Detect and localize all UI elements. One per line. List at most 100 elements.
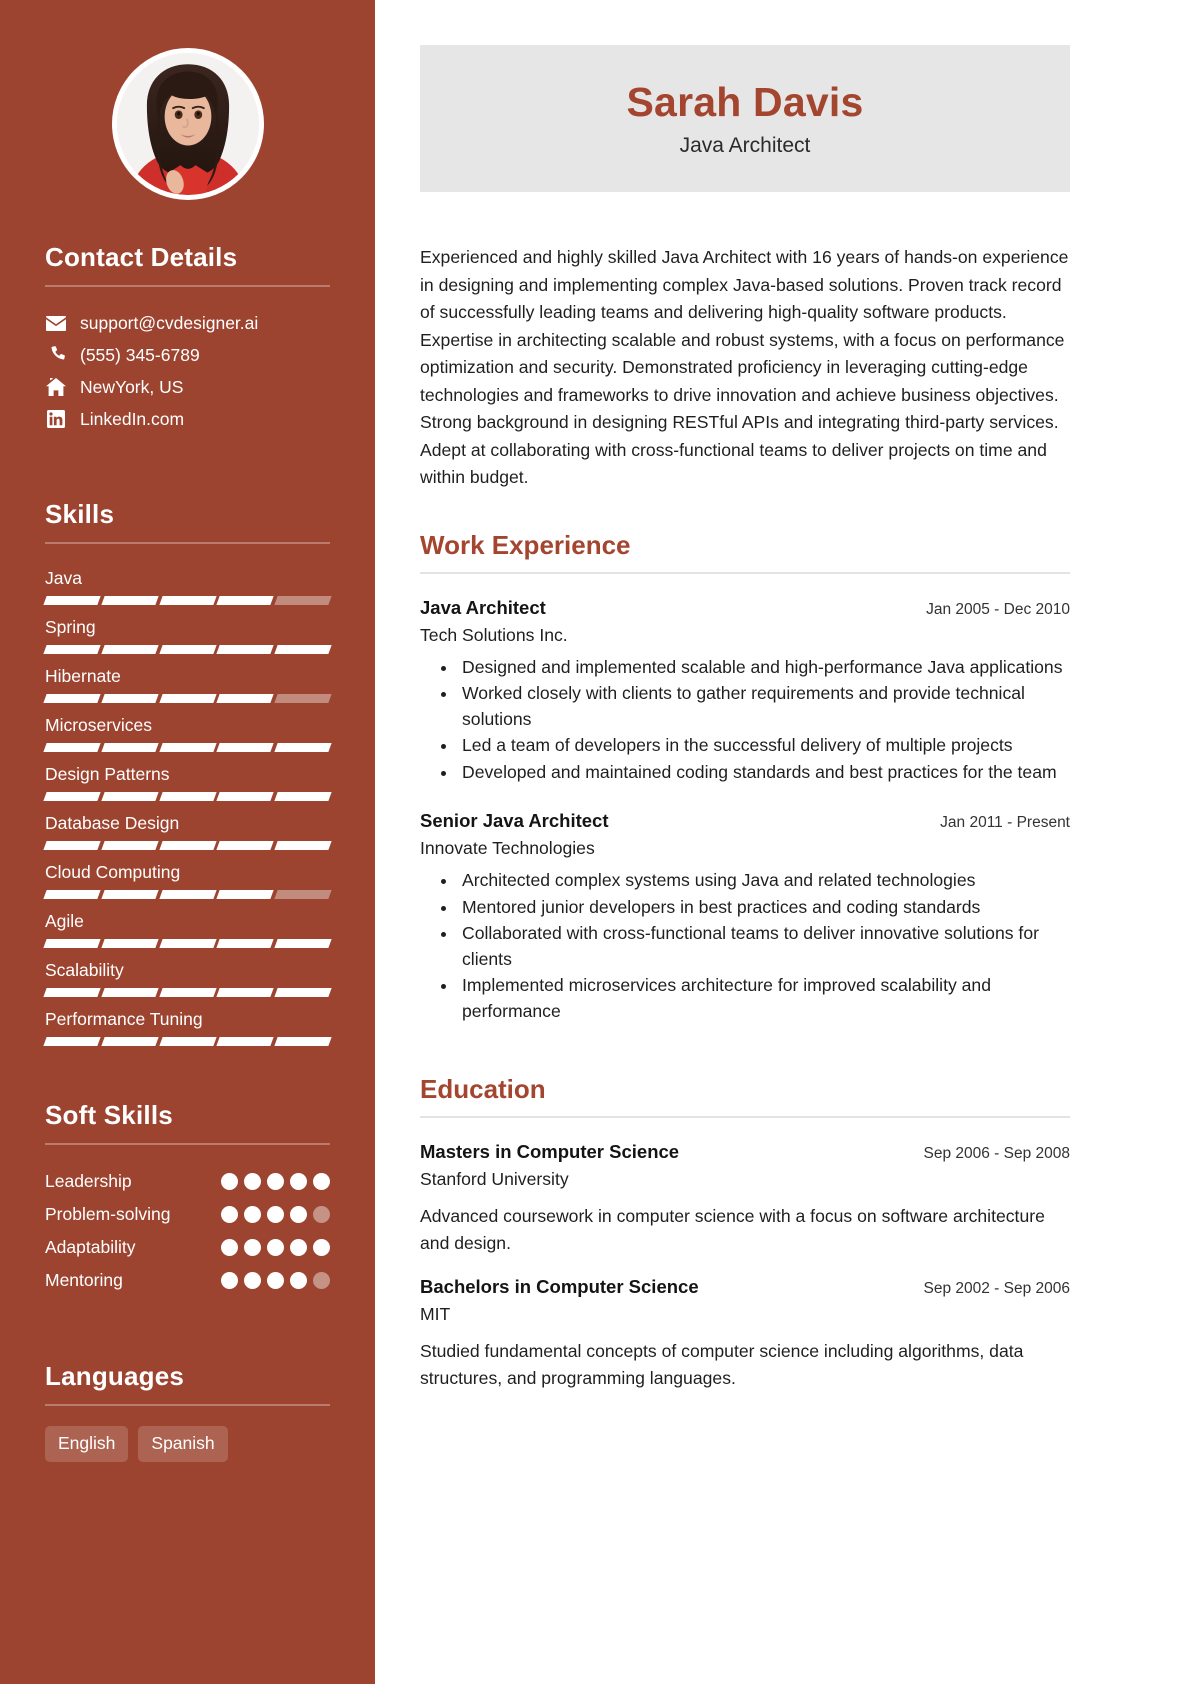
skill-bar-segment [216,988,274,997]
page-title: Sarah Davis [626,79,864,125]
skill-item: Performance Tuning [43,1005,332,1046]
skill-bar-segment [158,694,217,703]
skill-bar-segment [158,596,217,605]
skill-rating-bar [43,890,332,899]
contact-item-linkedin[interactable]: LinkedIn.com [45,403,330,435]
soft-skills-list: Leadership Problem-solving Adaptability … [45,1165,330,1297]
skills-heading: Skills [45,499,115,529]
skill-bar-segment [158,645,217,654]
work-experience-heading: Work Experience [420,529,631,560]
soft-skill-dot [244,1239,261,1256]
skill-rating-bar [43,841,332,850]
main-content: Sarah Davis Java Architect Experienced a… [375,0,1200,1684]
education-school: MIT [420,1304,451,1324]
language-tag[interactable]: Spanish [138,1426,228,1462]
section-divider [420,571,1070,574]
skill-bar-segment [216,939,274,948]
education-description: Advanced coursework in computer science … [420,1206,1045,1253]
skill-bar-segment [101,939,159,948]
skill-bar-segment [274,988,332,997]
skill-item: Agile [43,907,332,948]
skill-bar-segment [101,1037,159,1046]
soft-skill-dot [267,1239,284,1256]
soft-skill-dot [290,1173,307,1190]
work-entry-header: Java Architect Jan 2005 - Dec 2010 [420,594,1070,622]
skill-bar-segment [274,792,332,801]
soft-skill-label: Mentoring [45,1270,123,1290]
skill-bar-segment [158,890,217,899]
skill-label: Microservices [45,715,152,735]
soft-skill-dot [313,1239,330,1256]
contact-item-phone[interactable]: (555) 345-6789 [45,339,330,371]
work-role: Java Architect [420,596,546,618]
work-bullet: Developed and maintained coding standard… [458,760,1070,786]
soft-skill-rating [221,1206,330,1223]
education-degree: Masters in Computer Science [420,1141,680,1162]
soft-skill-dot [221,1173,238,1190]
education-date-range: Sep 2002 - Sep 2006 [923,1280,1070,1297]
skill-item: Design Patterns [43,760,332,801]
skill-bar-segment [216,645,274,654]
skill-bar-segment [43,988,101,997]
skill-item: Java [43,564,332,605]
contact-details-section: Contact Details support@cvdesigner.ai (5… [45,242,330,435]
work-experience-list: Java Architect Jan 2005 - Dec 2010 Tech … [420,594,1070,1025]
soft-skill-label: Leadership [45,1171,132,1191]
work-role: Senior Java Architect [420,810,609,831]
contact-item-location[interactable]: NewYork, US [45,371,330,403]
skill-label: Java [45,568,82,588]
contact-details-heading: Contact Details [45,242,238,272]
skill-bar-segment [43,743,101,752]
job-title: Java Architect [679,134,811,157]
work-date-range: Jan 2005 - Dec 2010 [926,600,1070,618]
skill-rating-bar [43,596,332,605]
soft-skill-rating [221,1272,330,1289]
resume-page: Contact Details support@cvdesigner.ai (5… [0,0,1200,1684]
email-icon [45,315,67,331]
soft-skill-dot [313,1173,330,1190]
soft-skill-label: Problem-solving [45,1204,171,1224]
soft-skill-item: Adaptability [45,1231,330,1264]
skill-bar-segment [101,645,159,654]
skill-item: Microservices [43,711,332,752]
education-entry: Masters in Computer Science Sep 2006 - S… [420,1138,1070,1257]
work-bullet-list: Architected complex systems using Java a… [458,868,1070,1024]
languages-section: Languages English Spanish [45,1361,330,1462]
skill-rating-bar [43,988,332,997]
skill-bar-segment [43,890,101,899]
skill-label: Spring [45,617,96,637]
soft-skill-rating [221,1239,330,1256]
section-divider [420,1116,1070,1118]
skill-bar-segment [216,890,274,899]
skill-bar-segment [158,841,217,850]
section-divider [45,542,330,544]
language-tag[interactable]: English [45,1426,129,1462]
education-date-range: Sep 2006 - Sep 2008 [923,1145,1070,1162]
skill-rating-bar [43,743,332,752]
skill-bar-segment [43,645,101,654]
soft-skill-label: Adaptability [45,1237,136,1257]
work-organization: Tech Solutions Inc. [420,624,568,645]
soft-skills-heading: Soft Skills [45,1100,173,1130]
skill-bar-segment [274,743,332,752]
skill-bar-segment [216,1037,274,1046]
contact-value-phone: (555) 345-6789 [80,345,200,365]
soft-skill-dot [290,1206,307,1223]
skill-bar-segment [43,596,101,605]
work-organization: Innovate Technologies [420,838,595,858]
work-entry: Java Architect Jan 2005 - Dec 2010 Tech … [420,594,1070,786]
soft-skill-rating [221,1173,330,1190]
sidebar: Contact Details support@cvdesigner.ai (5… [0,0,375,1684]
work-bullet: Worked closely with clients to gather re… [458,681,1070,732]
skill-label: Database Design [45,813,180,833]
contact-item-email[interactable]: support@cvdesigner.ai [45,307,330,339]
skill-bar-segment [101,596,159,605]
soft-skill-dot [313,1206,330,1223]
work-bullet: Collaborated with cross-functional teams… [458,921,1070,972]
education-degree: Bachelors in Computer Science [420,1276,699,1297]
skill-label: Cloud Computing [45,862,181,882]
skill-rating-bar [43,645,332,654]
soft-skills-section: Soft Skills Leadership Problem-solving A… [45,1100,330,1297]
